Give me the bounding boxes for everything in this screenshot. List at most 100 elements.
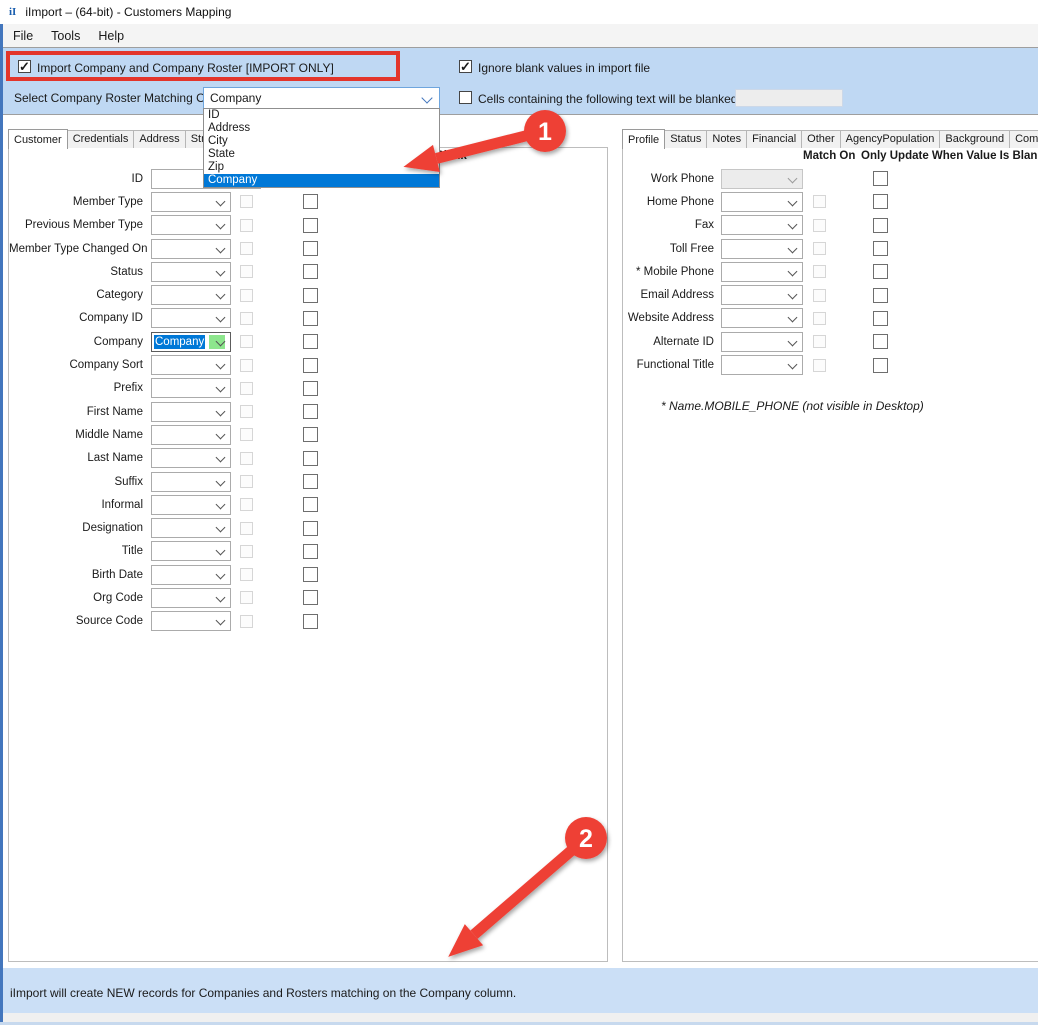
profile-tab-communication[interactable]: Communication [1009,130,1038,148]
only-update-checkbox[interactable] [303,544,318,559]
column-select-org-code[interactable] [151,588,231,608]
column-select-designation[interactable] [151,518,231,538]
only-update-checkbox[interactable] [303,567,318,582]
match-on-checkbox[interactable] [240,265,253,278]
dropdown-option-id[interactable]: ID [204,109,439,122]
match-on-checkbox[interactable] [240,475,253,488]
column-select-member-type-changed-on[interactable] [151,239,231,259]
only-update-checkbox[interactable] [873,288,888,303]
only-update-checkbox[interactable] [303,288,318,303]
column-select-website-address[interactable] [721,308,803,328]
ignore-blank-checkbox[interactable] [459,60,472,73]
match-on-checkbox[interactable] [813,359,826,372]
match-on-checkbox[interactable] [240,591,253,604]
column-select-informal[interactable] [151,495,231,515]
match-on-checkbox[interactable] [240,359,253,372]
match-on-checkbox[interactable] [240,195,253,208]
match-on-checkbox[interactable] [240,335,253,348]
dropdown-option-zip[interactable]: Zip [204,161,439,174]
match-on-checkbox[interactable] [240,219,253,232]
match-on-checkbox[interactable] [240,382,253,395]
match-on-checkbox[interactable] [240,428,253,441]
match-on-checkbox[interactable] [240,405,253,418]
column-select-fax[interactable] [721,215,803,235]
profile-tab-agencypopulation[interactable]: AgencyPopulation [840,130,941,148]
column-select-company[interactable]: Company [151,332,231,352]
only-update-checkbox[interactable] [303,194,318,209]
only-update-checkbox[interactable] [303,381,318,396]
only-update-checkbox[interactable] [303,590,318,605]
only-update-checkbox[interactable] [303,497,318,512]
menu-help[interactable]: Help [89,26,133,46]
only-update-checkbox[interactable] [873,241,888,256]
only-update-checkbox[interactable] [873,311,888,326]
dropdown-option-company[interactable]: Company [204,174,439,187]
only-update-checkbox[interactable] [303,427,318,442]
only-update-checkbox[interactable] [873,171,888,186]
only-update-checkbox[interactable] [873,218,888,233]
column-select-category[interactable] [151,285,231,305]
match-on-checkbox[interactable] [813,242,826,255]
match-on-checkbox[interactable] [240,522,253,535]
import-checkbox[interactable] [18,60,31,73]
menu-file[interactable]: File [4,26,42,46]
profile-tab-notes[interactable]: Notes [706,130,747,148]
only-update-checkbox[interactable] [303,358,318,373]
dropdown-option-address[interactable]: Address [204,122,439,135]
column-select-first-name[interactable] [151,402,231,422]
dropdown-option-state[interactable]: State [204,148,439,161]
only-update-checkbox[interactable] [873,334,888,349]
match-on-checkbox[interactable] [813,312,826,325]
customer-tab-credentials[interactable]: Credentials [67,130,135,148]
dropdown-option-city[interactable]: City [204,135,439,148]
column-select-last-name[interactable] [151,448,231,468]
only-update-checkbox[interactable] [303,334,318,349]
only-update-checkbox[interactable] [303,404,318,419]
match-on-checkbox[interactable] [813,335,826,348]
match-on-checkbox[interactable] [813,195,826,208]
match-on-checkbox[interactable] [240,545,253,558]
cells-blank-input[interactable] [735,89,843,107]
column-select-source-code[interactable] [151,611,231,631]
only-update-checkbox[interactable] [303,241,318,256]
column-select-functional-title[interactable] [721,355,803,375]
customer-tab-customer[interactable]: Customer [8,129,68,149]
column-select-email-address[interactable] [721,285,803,305]
only-update-checkbox[interactable] [873,358,888,373]
only-update-checkbox[interactable] [303,451,318,466]
column-select-company-sort[interactable] [151,355,231,375]
only-update-checkbox[interactable] [303,264,318,279]
column-select-previous-member-type[interactable] [151,215,231,235]
match-on-checkbox[interactable] [813,265,826,278]
customer-tab-address[interactable]: Address [133,130,185,148]
only-update-checkbox[interactable] [303,311,318,326]
column-select-alternate-id[interactable] [721,332,803,352]
profile-tab-profile[interactable]: Profile [622,129,665,149]
match-on-checkbox[interactable] [240,615,253,628]
column-select-toll-free[interactable] [721,239,803,259]
profile-tab-financial[interactable]: Financial [746,130,802,148]
column-select-birth-date[interactable] [151,565,231,585]
column-select-mobile-phone[interactable] [721,262,803,282]
column-select-company-id[interactable] [151,308,231,328]
profile-tab-status[interactable]: Status [664,130,707,148]
match-on-checkbox[interactable] [240,568,253,581]
column-select-middle-name[interactable] [151,425,231,445]
column-select-status[interactable] [151,262,231,282]
profile-tab-background[interactable]: Background [939,130,1010,148]
match-on-checkbox[interactable] [240,312,253,325]
match-on-checkbox[interactable] [240,242,253,255]
column-select-member-type[interactable] [151,192,231,212]
menu-tools[interactable]: Tools [42,26,89,46]
column-select-work-phone[interactable] [721,169,803,189]
column-select-home-phone[interactable] [721,192,803,212]
only-update-checkbox[interactable] [873,264,888,279]
column-select-suffix[interactable] [151,472,231,492]
only-update-checkbox[interactable] [303,218,318,233]
matching-on-combobox[interactable]: Company [203,87,440,109]
column-select-title[interactable] [151,541,231,561]
only-update-checkbox[interactable] [303,474,318,489]
only-update-checkbox[interactable] [873,194,888,209]
match-on-checkbox[interactable] [240,289,253,302]
only-update-checkbox[interactable] [303,521,318,536]
